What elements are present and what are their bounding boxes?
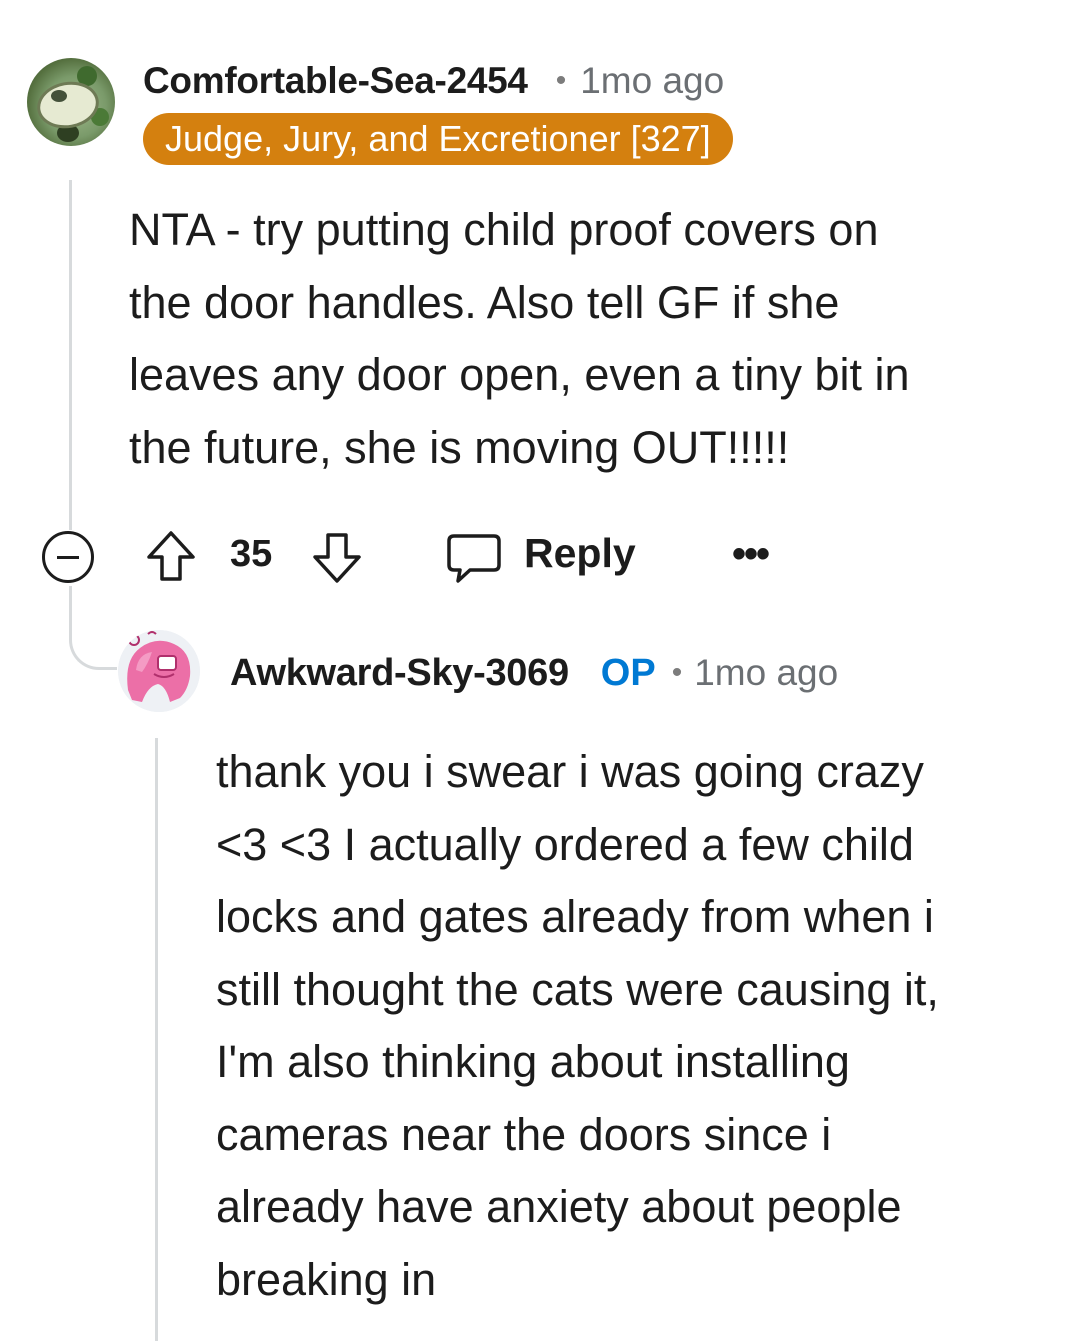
user-avatar-pink-icon xyxy=(118,630,200,712)
meta-separator: • xyxy=(555,64,567,97)
comment-username[interactable]: Comfortable-Sea-2454 xyxy=(143,60,528,102)
collapse-minus-icon[interactable] xyxy=(42,531,94,583)
comment-meta: Comfortable-Sea-2454 • 1mo ago xyxy=(143,58,724,104)
downvote-arrow-icon[interactable] xyxy=(309,530,365,586)
op-badge: OP xyxy=(600,651,656,694)
more-options-icon[interactable]: ••• xyxy=(732,532,770,577)
user-flair: Judge, Jury, and Excretioner [327] xyxy=(143,113,733,165)
comment-bubble-icon xyxy=(447,534,501,583)
reply-body-line: already have anxiety about people xyxy=(216,1181,902,1232)
vote-count: 35 xyxy=(230,533,273,575)
thread-line-main[interactable] xyxy=(69,180,72,530)
reply-body: thank you i swear i was going crazy <3 <… xyxy=(216,736,939,1316)
reply-button[interactable]: Reply xyxy=(444,528,644,588)
reply-body-line: still thought the cats were causing it, xyxy=(216,963,939,1015)
avatar[interactable] xyxy=(27,58,115,146)
thread-connector xyxy=(69,586,117,670)
reply-label: Reply xyxy=(524,530,636,576)
reply-body-line: cameras near the doors since i xyxy=(216,1108,832,1160)
upvote-arrow-icon[interactable] xyxy=(143,528,199,584)
comment-body-line: NTA - try putting child proof covers on xyxy=(129,204,879,255)
reply-body-line: thank you i swear i was going crazy xyxy=(216,746,924,797)
comment-timestamp: 1mo ago xyxy=(580,60,725,101)
reply-meta: Awkward-Sky-3069 OP • 1mo ago xyxy=(230,650,838,696)
reply-body-line: breaking in xyxy=(216,1253,437,1305)
reply-timestamp: 1mo ago xyxy=(694,652,839,693)
avatar[interactable] xyxy=(118,630,200,712)
comment-body: NTA - try putting child proof covers on … xyxy=(129,194,910,484)
comment-body-line: the door handles. Also tell GF if she xyxy=(129,276,840,328)
comment-body-line: leaves any door open, even a tiny bit in xyxy=(129,349,910,400)
comment-body-line: the future, she is moving OUT!!!!! xyxy=(129,421,790,473)
meta-separator: • xyxy=(671,656,683,689)
reply-body-line: I'm also thinking about installing xyxy=(216,1036,850,1087)
thread-line-reply[interactable] xyxy=(155,738,158,1341)
reply-username[interactable]: Awkward-Sky-3069 xyxy=(230,652,569,695)
reply-body-line: <3 <3 I actually ordered a few child xyxy=(216,818,914,870)
reply-body-line: locks and gates already from when i xyxy=(216,891,934,942)
